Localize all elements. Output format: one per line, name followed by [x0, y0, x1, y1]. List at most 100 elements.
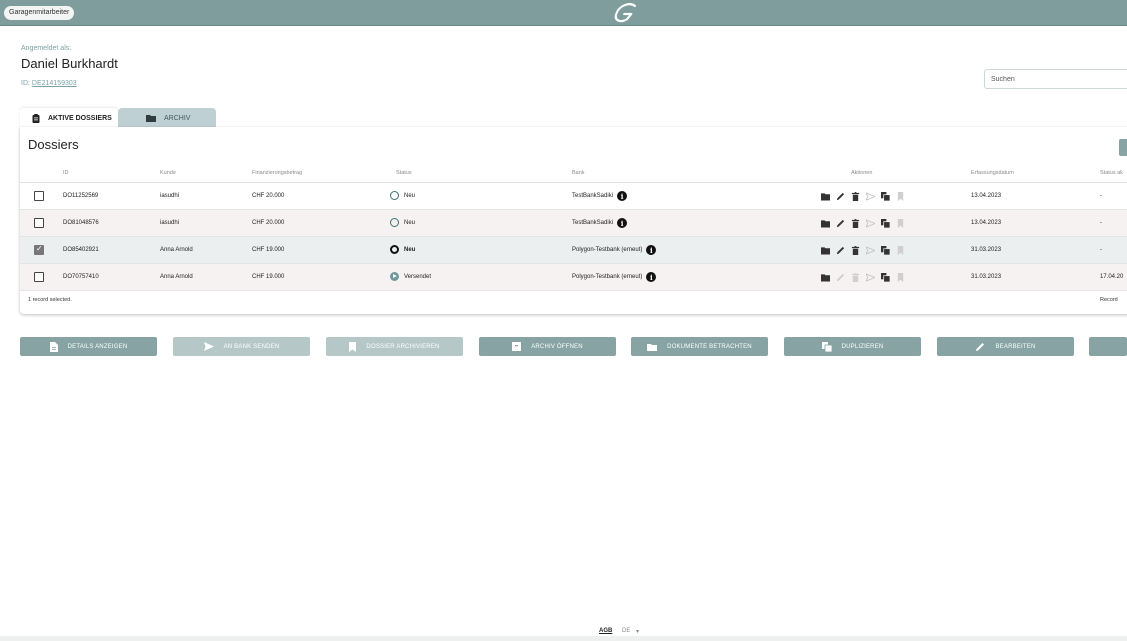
info-icon[interactable]: i: [646, 245, 657, 255]
user-id-link[interactable]: DE214159303: [32, 80, 77, 87]
pencil-icon: [975, 342, 985, 352]
table-header: ID Kunde Finanzierungsbetrag Status Bank…: [20, 165, 1127, 183]
row-actions: [820, 245, 905, 255]
row-checkbox[interactable]: [34, 218, 44, 228]
cell-status-aktualisiert: 17.04.20: [1100, 274, 1124, 280]
button-label: DETAILS ANZEIGEN: [67, 343, 128, 350]
status-badge: Versendet: [390, 272, 431, 281]
info-icon[interactable]: i: [617, 191, 628, 201]
status-new-icon: [390, 191, 399, 200]
tab-label: AKTIVE DOSSIERS: [48, 114, 112, 122]
row-checkbox[interactable]: [34, 191, 44, 201]
table-title: Dossiers: [28, 137, 79, 152]
copy-icon[interactable]: [880, 218, 890, 228]
status-label: Neu: [404, 246, 416, 253]
table-row[interactable]: DO70757410 Anna Arnold CHF 19.000 Versen…: [20, 264, 1127, 291]
button-label: BEARBEITEN: [995, 343, 1036, 350]
send-icon[interactable]: [865, 191, 875, 201]
row-checkbox[interactable]: [34, 272, 44, 282]
document-icon: [49, 341, 58, 352]
pencil-icon[interactable]: [835, 191, 845, 201]
status-sent-icon: [390, 272, 399, 281]
dossier-archivieren-button[interactable]: DOSSIER ARCHIVIEREN: [326, 337, 463, 356]
chevron-down-icon[interactable]: ▾: [636, 628, 639, 635]
row-actions: [820, 191, 905, 201]
bookmark-icon[interactable]: [895, 191, 905, 201]
top-bar: Garagenmitarbeiter: [0, 0, 1127, 26]
trash-icon[interactable]: [850, 218, 860, 228]
an-bank-senden-button[interactable]: AN BANK SENDEN: [173, 337, 310, 356]
row-checkbox[interactable]: [34, 244, 44, 255]
pencil-icon[interactable]: [835, 245, 845, 255]
send-icon[interactable]: [865, 218, 875, 228]
bookmark-icon: [349, 341, 357, 352]
column-header-erfassungsdatum[interactable]: Erfassungsdatum: [971, 170, 1014, 176]
archiv-oeffnen-button[interactable]: ARCHIV ÖFFNEN: [479, 337, 616, 356]
language-select[interactable]: DE: [622, 628, 630, 634]
column-header-bank[interactable]: Bank: [572, 170, 585, 176]
info-icon[interactable]: i: [617, 218, 628, 228]
status-label: Neu: [404, 219, 416, 226]
cell-status-aktualisiert: -: [1100, 247, 1102, 253]
folder-icon[interactable]: [820, 218, 830, 228]
bookmark-icon[interactable]: [895, 218, 905, 228]
bearbeiten-button[interactable]: BEARBEITEN: [937, 337, 1074, 356]
pencil-icon[interactable]: [835, 218, 845, 228]
button-label: AN BANK SENDEN: [223, 343, 280, 350]
cell-bank: TestBankSadiki i: [572, 218, 628, 228]
send-icon[interactable]: [865, 245, 875, 255]
column-header-kunde[interactable]: Kunde: [160, 170, 176, 176]
trash-icon[interactable]: [850, 245, 860, 255]
folder-icon[interactable]: [820, 272, 830, 282]
user-id: ID: DE214159303: [21, 80, 77, 87]
folder-icon: [146, 114, 156, 122]
search-input[interactable]: [984, 69, 1127, 89]
trash-icon[interactable]: [850, 191, 860, 201]
duplizieren-button[interactable]: DUPLIZIEREN: [784, 337, 921, 356]
pencil-icon[interactable]: [835, 272, 845, 282]
cell-betrag: CHF 19.000: [252, 274, 285, 280]
cell-erfassungsdatum: 13.04.2023: [971, 220, 1002, 226]
cell-status-aktualisiert: -: [1100, 220, 1102, 226]
cell-erfassungsdatum: 31.03.2023: [971, 274, 1002, 280]
bank-name: TestBankSadiki: [572, 193, 614, 199]
folder-icon[interactable]: [820, 245, 830, 255]
send-icon[interactable]: [865, 272, 875, 282]
agb-link[interactable]: AGB: [599, 628, 612, 634]
clipboard-icon: [32, 113, 40, 123]
button-label: ARCHIV ÖFFNEN: [531, 343, 583, 350]
column-header-betrag[interactable]: Finanzierungsbetrag: [252, 170, 302, 176]
copy-icon[interactable]: [880, 191, 890, 201]
more-actions-button[interactable]: [1089, 337, 1127, 356]
table-row[interactable]: DO85402921 Anna Arnold CHF 19.000 Neu Po…: [20, 237, 1127, 264]
column-header-status-aktualisiert[interactable]: Status ak: [1100, 170, 1123, 176]
tab-archiv[interactable]: ARCHIV: [118, 108, 216, 128]
details-anzeigen-button[interactable]: DETAILS ANZEIGEN: [20, 337, 157, 356]
table-row[interactable]: DO11252569 iasudhi CHF 20.000 Neu TestBa…: [20, 183, 1127, 210]
cell-bank: Polygon-Testbank (erneut) i: [572, 272, 657, 282]
tab-aktive-dossiers[interactable]: AKTIVE DOSSIERS: [20, 108, 118, 128]
table-options-button[interactable]: [1119, 139, 1127, 156]
folder-icon[interactable]: [820, 191, 830, 201]
info-icon[interactable]: i: [646, 272, 657, 282]
table-row[interactable]: DO81048576 iasudhi CHF 20.000 Neu TestBa…: [20, 210, 1127, 237]
status-badge: Neu: [390, 218, 415, 227]
row-actions: [820, 272, 905, 282]
archive-box-icon: [512, 342, 522, 351]
bank-name: Polygon-Testbank (erneut): [572, 247, 643, 253]
cell-id: DO70757410: [63, 274, 99, 280]
copy-icon[interactable]: [880, 272, 890, 282]
bookmark-icon[interactable]: [895, 272, 905, 282]
status-badge: Neu: [390, 245, 415, 254]
bank-name: TestBankSadiki: [572, 220, 614, 226]
trash-icon[interactable]: [850, 272, 860, 282]
role-chip[interactable]: Garagenmitarbeiter: [4, 6, 75, 20]
cell-kunde: Anna Arnold: [160, 274, 193, 280]
cell-status-aktualisiert: -: [1100, 193, 1102, 199]
column-header-id[interactable]: ID: [63, 170, 69, 176]
copy-icon[interactable]: [880, 245, 890, 255]
dokumente-betrachten-button[interactable]: DOKUMENTE BETRACHTEN: [631, 337, 768, 356]
cell-kunde: iasudhi: [160, 220, 180, 226]
column-header-status[interactable]: Status: [396, 170, 412, 176]
bookmark-icon[interactable]: [895, 245, 905, 255]
